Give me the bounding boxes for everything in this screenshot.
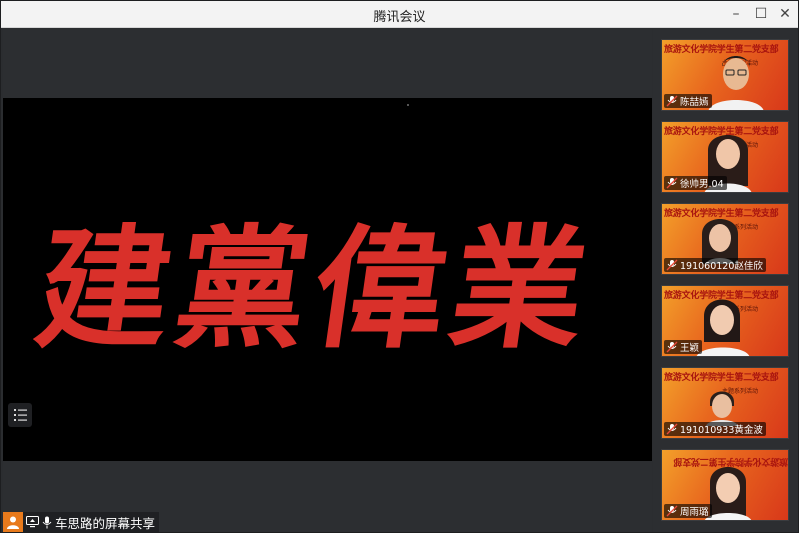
participant-tile[interactable]: 旅游文化学院学生第二党支部 周雨璐 [661,449,789,521]
participant-tile[interactable]: 旅游文化学院学生第二党支部 主题系列活动 191010933黄金波 [661,367,789,439]
close-button[interactable]: ✕ [772,4,798,24]
participant-name-tag: 191060120赵佳欣 [664,258,766,272]
user-icon [3,512,23,532]
list-icon[interactable] [8,403,32,427]
main-stage: 建黨偉業 车思路的屏幕共享 [3,29,652,532]
participant-name: 191060120赵佳欣 [680,261,763,272]
shared-screen[interactable]: 建黨偉業 [3,98,652,461]
participant-name: 陈喆嫣 [680,97,709,108]
participant-name: 王颖 [680,343,700,354]
minimize-button[interactable]: – [723,4,749,24]
title-bar[interactable]: 腾讯会议 – ☐ ✕ [1,1,798,28]
participant-tile[interactable]: 旅游文化学院学生第二党支部 主题系列活动 徐帅男.04 [661,121,789,193]
microphone-muted-icon [666,423,678,435]
participant-name: 周雨璐 [680,507,709,518]
microphone-muted-icon [666,177,678,189]
participant-name-tag: 王颖 [664,340,703,354]
microphone-muted-icon [666,341,678,353]
participant-video [708,56,764,110]
participant-tile[interactable]: 旅游文化学院学生第二党支部 主题系列活动 陈喆嫣 [661,39,789,111]
microphone-muted-icon [666,259,678,271]
participant-tile[interactable]: 旅游文化学院学生第二党支部 主题系列活动 191060120赵佳欣 [661,203,789,275]
participant-name-tag: 徐帅男.04 [664,176,727,190]
participant-name-tag: 陈喆嫣 [664,94,712,108]
calligraphy-text: 建黨偉業 [33,212,601,367]
participant-tile[interactable]: 旅游文化学院学生第二党支部 主题系列活动 王颖 [661,285,789,357]
microphone-muted-icon [666,505,678,517]
banner-title: 旅游文化学院学生第二党支部 [664,373,779,383]
sharer-info: 车思路的屏幕共享 [23,512,160,532]
window-title: 腾讯会议 [373,10,426,25]
artifact-dot [407,104,409,106]
participant-name-tag: 191010933黄金波 [664,422,766,436]
meeting-window: 腾讯会议 – ☐ ✕ 建黨偉業 车思路的屏幕共享 旅游文化学院学生第二党支部 陈… [0,0,799,533]
participant-video [702,219,738,264]
participant-sidebar[interactable]: 旅游文化学院学生第二党支部 主题系列活动 陈喆嫣 旅游文化学院学生第二党支部 主… [653,29,798,532]
share-status-bar: 车思路的屏幕共享 [3,512,160,532]
maximize-button[interactable]: ☐ [748,4,774,24]
microphone-muted-icon [666,95,678,107]
participant-video [706,391,738,426]
participant-name-tag: 周雨璐 [664,504,712,518]
participant-name: 徐帅男.04 [680,179,724,190]
participant-name: 191010933黄金波 [680,425,763,436]
microphone-icon [42,516,52,528]
sharer-label: 车思路的屏幕共享 [55,515,156,531]
screen-share-icon [26,516,39,528]
svg-text:建黨偉業: 建黨偉業 [33,212,601,367]
